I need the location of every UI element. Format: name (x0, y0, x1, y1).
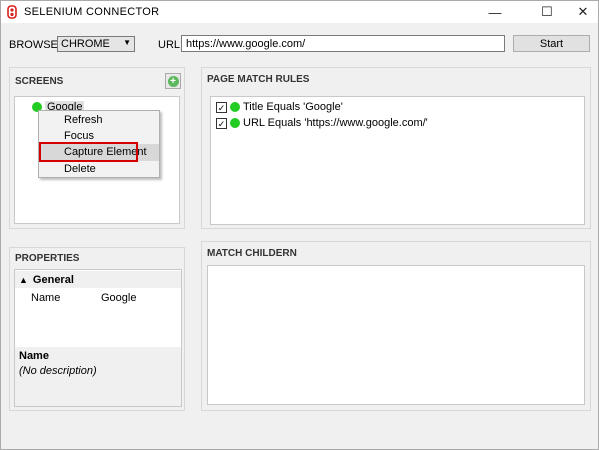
browser-select[interactable]: CHROME ▼ (57, 36, 135, 52)
rule-text: URL Equals 'https://www.google.com/' (243, 117, 428, 129)
start-button[interactable]: Start (513, 35, 590, 52)
add-screen-button[interactable]: + (165, 73, 181, 89)
property-name: Name (15, 291, 99, 304)
description-text: (No description) (19, 365, 97, 377)
match-children-list[interactable] (207, 265, 585, 405)
maximize-button[interactable]: ☐ (531, 1, 563, 23)
maximize-icon: ☐ (541, 4, 553, 19)
chevron-down-icon: ▼ (123, 38, 131, 47)
property-row-name[interactable]: Name Google (15, 289, 181, 306)
collapse-triangle-icon: ▲ (19, 274, 28, 285)
property-section-label: General (32, 273, 74, 286)
rule-item[interactable]: ✓ Title Equals 'Google' (216, 101, 343, 113)
minimize-button[interactable]: — (479, 1, 511, 23)
rule-item[interactable]: ✓ URL Equals 'https://www.google.com/' (216, 117, 428, 129)
property-section-general[interactable]: ▲ General (15, 271, 181, 288)
browser-select-value: CHROME (61, 38, 110, 50)
description-title: Name (19, 350, 49, 362)
rules-list (210, 96, 585, 225)
status-dot-icon (230, 102, 240, 112)
window-title: SELENIUM CONNECTOR (24, 6, 160, 18)
plus-circle-icon: + (167, 75, 179, 87)
checkbox-checked-icon[interactable]: ✓ (216, 101, 227, 113)
checkbox-checked-icon[interactable]: ✓ (216, 117, 227, 129)
selenium-logo-icon (7, 5, 17, 19)
close-button[interactable]: ✕ (567, 1, 599, 23)
app-window: SELENIUM CONNECTOR — ☐ ✕ BROWSER CHROME … (0, 0, 599, 450)
minimize-icon: — (488, 4, 502, 20)
status-dot-icon (230, 118, 240, 128)
url-input[interactable]: https://www.google.com/ (181, 35, 505, 52)
menu-item-delete[interactable]: Delete (39, 161, 159, 178)
property-description: Name (No description) (15, 347, 181, 406)
close-icon: ✕ (577, 4, 589, 19)
menu-item-refresh[interactable]: Refresh (39, 112, 159, 129)
highlight-box (39, 142, 138, 162)
match-children-header: MATCH CHILDERN (207, 248, 297, 259)
url-label: URL (158, 39, 181, 51)
page-match-rules-header: PAGE MATCH RULES (207, 74, 310, 85)
property-value[interactable]: Google (99, 291, 181, 304)
rule-text: Title Equals 'Google' (243, 101, 343, 113)
title-bar: SELENIUM CONNECTOR — ☐ ✕ (1, 1, 598, 23)
screens-header: SCREENS (15, 76, 64, 87)
properties-header: PROPERTIES (15, 253, 80, 264)
